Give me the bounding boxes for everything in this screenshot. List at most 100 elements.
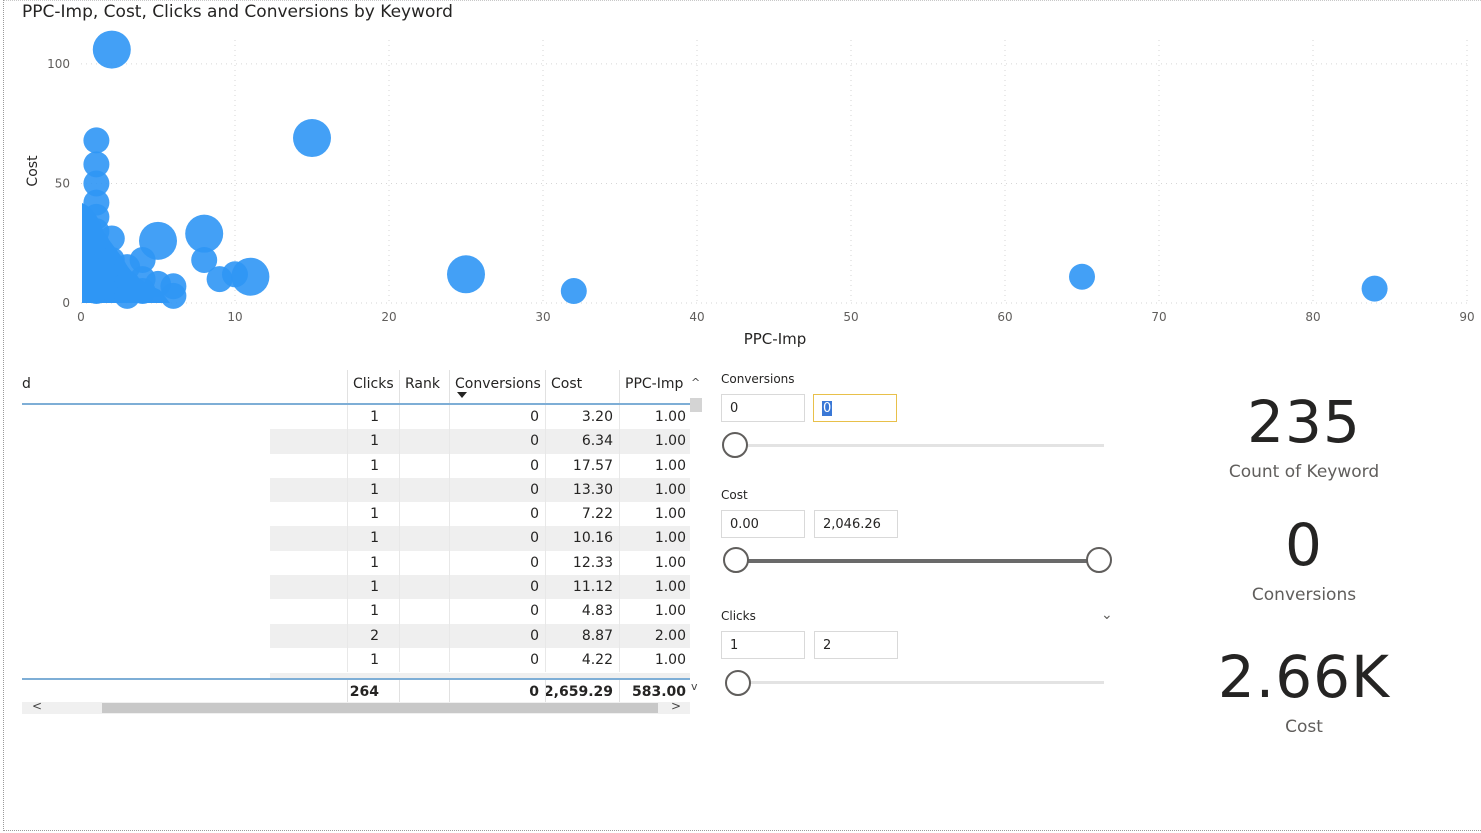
scatter-point[interactable]	[447, 255, 485, 294]
table-row[interactable]: 1 0 6.34 1.00	[22, 429, 690, 454]
column-header-ppc-imp[interactable]: PPC-Imp	[625, 370, 683, 402]
horizontal-scrollbar[interactable]: < >	[22, 699, 690, 714]
column-divider	[619, 370, 620, 405]
column-divider	[449, 477, 450, 503]
vertical-scrollbar[interactable]: ^ v	[690, 370, 702, 704]
card-cost-label: Cost	[1285, 717, 1323, 737]
clicks-slider-handle-min[interactable]	[725, 670, 751, 696]
chart-grid	[81, 40, 1468, 304]
table-row[interactable]: 1 0 7.22 1.00	[22, 502, 690, 527]
x-tick-label: 90	[1459, 310, 1474, 324]
slicer-title-conversions: Conversions	[721, 372, 795, 386]
cell-clicks: 1	[370, 433, 379, 450]
conversions-min-input[interactable]: 0	[721, 394, 805, 422]
column-divider	[545, 405, 546, 430]
y-tick-label: 50	[55, 176, 70, 190]
scatter-point[interactable]	[293, 119, 331, 158]
column-divider	[449, 405, 450, 430]
column-divider	[347, 405, 348, 430]
column-divider	[347, 429, 348, 454]
cell-conversions: 0	[530, 579, 539, 596]
table-row[interactable]: 1 0 4.22 1.00	[22, 647, 690, 673]
scatter-point[interactable]	[1069, 263, 1095, 290]
column-divider	[449, 550, 450, 576]
scatter-point[interactable]	[83, 127, 110, 154]
scatter-points	[82, 30, 1388, 309]
cost-max-input[interactable]: 2,046.26	[814, 510, 898, 538]
cell-cost: 3.20	[581, 409, 613, 425]
clicks-min-input[interactable]: 1	[721, 631, 805, 659]
cell-ppc-imp: 1.00	[654, 579, 686, 596]
table-row[interactable]: 2 0 8.87 2.00	[22, 623, 690, 648]
row-shading	[270, 623, 690, 648]
cost-slider-range[interactable]	[735, 559, 1101, 563]
clicks-slider-track[interactable]	[735, 681, 1104, 684]
cost-slider-handle-min[interactable]	[723, 547, 749, 573]
column-divider	[449, 599, 450, 624]
column-divider	[619, 453, 620, 478]
cell-ppc-imp: 1.00	[654, 603, 686, 620]
cost-slider-handle-max[interactable]	[1086, 547, 1112, 573]
cost-min-input[interactable]: 0.00	[721, 510, 805, 538]
table-row[interactable]: 1 0 11.12 1.00	[22, 575, 690, 600]
column-divider	[449, 647, 450, 673]
keyword-table[interactable]: d Clicks Rank Conversions Cost PPC-Imp 1…	[22, 370, 702, 715]
scatter-point[interactable]	[92, 30, 131, 69]
cell-clicks: 1	[370, 651, 379, 668]
column-header-clicks[interactable]: Clicks	[353, 370, 394, 402]
cell-ppc-imp: 1.00	[654, 409, 686, 425]
conversions-slider-handle-min[interactable]	[722, 432, 748, 458]
table-row[interactable]: 1 0 3.20 1.00	[22, 405, 690, 430]
column-divider	[619, 429, 620, 454]
scroll-left-icon[interactable]: <	[32, 699, 42, 713]
scroll-right-icon[interactable]: >	[671, 699, 681, 713]
column-divider	[619, 477, 620, 503]
conversions-max-input[interactable]: 0	[813, 394, 897, 422]
column-divider	[399, 575, 400, 600]
table-row[interactable]: 1 0 4.83 1.00	[22, 599, 690, 624]
cell-ppc-imp: 1.00	[654, 554, 686, 571]
cell-cost: 12.33	[572, 554, 613, 571]
column-divider	[399, 429, 400, 454]
vertical-scroll-thumb[interactable]	[690, 398, 702, 412]
column-header-rank[interactable]: Rank	[405, 370, 440, 402]
chevron-down-icon[interactable]: ⌄	[1101, 607, 1113, 623]
scatter-point[interactable]	[139, 221, 177, 260]
table-row[interactable]: 1 0 12.33 1.00	[22, 550, 690, 576]
column-divider	[399, 526, 400, 551]
column-divider	[619, 680, 620, 704]
horizontal-scroll-thumb[interactable]	[102, 703, 658, 713]
column-divider	[399, 502, 400, 527]
scatter-chart[interactable]: 0 50 100 0 10 20 30 40 50 60 70 80 90 Cost PPC-Imp	[0, 28, 1481, 358]
column-header-keyword[interactable]: d	[22, 370, 31, 402]
column-divider	[399, 647, 400, 673]
scroll-down-icon[interactable]: v	[691, 680, 698, 693]
scatter-point[interactable]	[1361, 275, 1388, 302]
conversions-slider-track[interactable]	[735, 444, 1104, 447]
column-divider	[347, 477, 348, 503]
table-row[interactable]: 1 0 10.16 1.00	[22, 526, 690, 551]
table-row[interactable]: 1 0 17.57 1.00	[22, 453, 690, 478]
cell-conversions: 0	[530, 433, 539, 450]
column-divider	[347, 599, 348, 624]
scatter-point[interactable]	[560, 278, 587, 305]
column-header-conversions[interactable]: Conversions	[455, 370, 541, 402]
clicks-max-input[interactable]: 2	[814, 631, 898, 659]
x-tick-label: 0	[77, 310, 85, 324]
column-header-cost[interactable]: Cost	[551, 370, 582, 402]
scroll-up-icon[interactable]: ^	[691, 376, 700, 389]
x-tick-label: 60	[997, 310, 1012, 324]
scatter-point[interactable]	[231, 257, 270, 296]
card-conversions-value: 0	[1285, 511, 1323, 579]
chart-title: PPC-Imp, Cost, Clicks and Conversions by…	[22, 2, 453, 22]
scatter-point[interactable]	[160, 282, 187, 309]
total-conversions: 0	[529, 684, 539, 700]
row-shading	[270, 575, 690, 600]
column-divider	[619, 502, 620, 527]
cell-clicks: 1	[370, 603, 379, 620]
table-row[interactable]: 1 0 13.30 1.00	[22, 477, 690, 503]
cell-clicks: 1	[370, 481, 379, 498]
column-divider	[399, 623, 400, 648]
sort-descending-icon[interactable]	[457, 392, 467, 398]
table-body: 1 0 3.20 1.00 1 0 6.34 1.00 1 0 17.57 1.00 1 0 13.30 1.…	[22, 405, 690, 673]
